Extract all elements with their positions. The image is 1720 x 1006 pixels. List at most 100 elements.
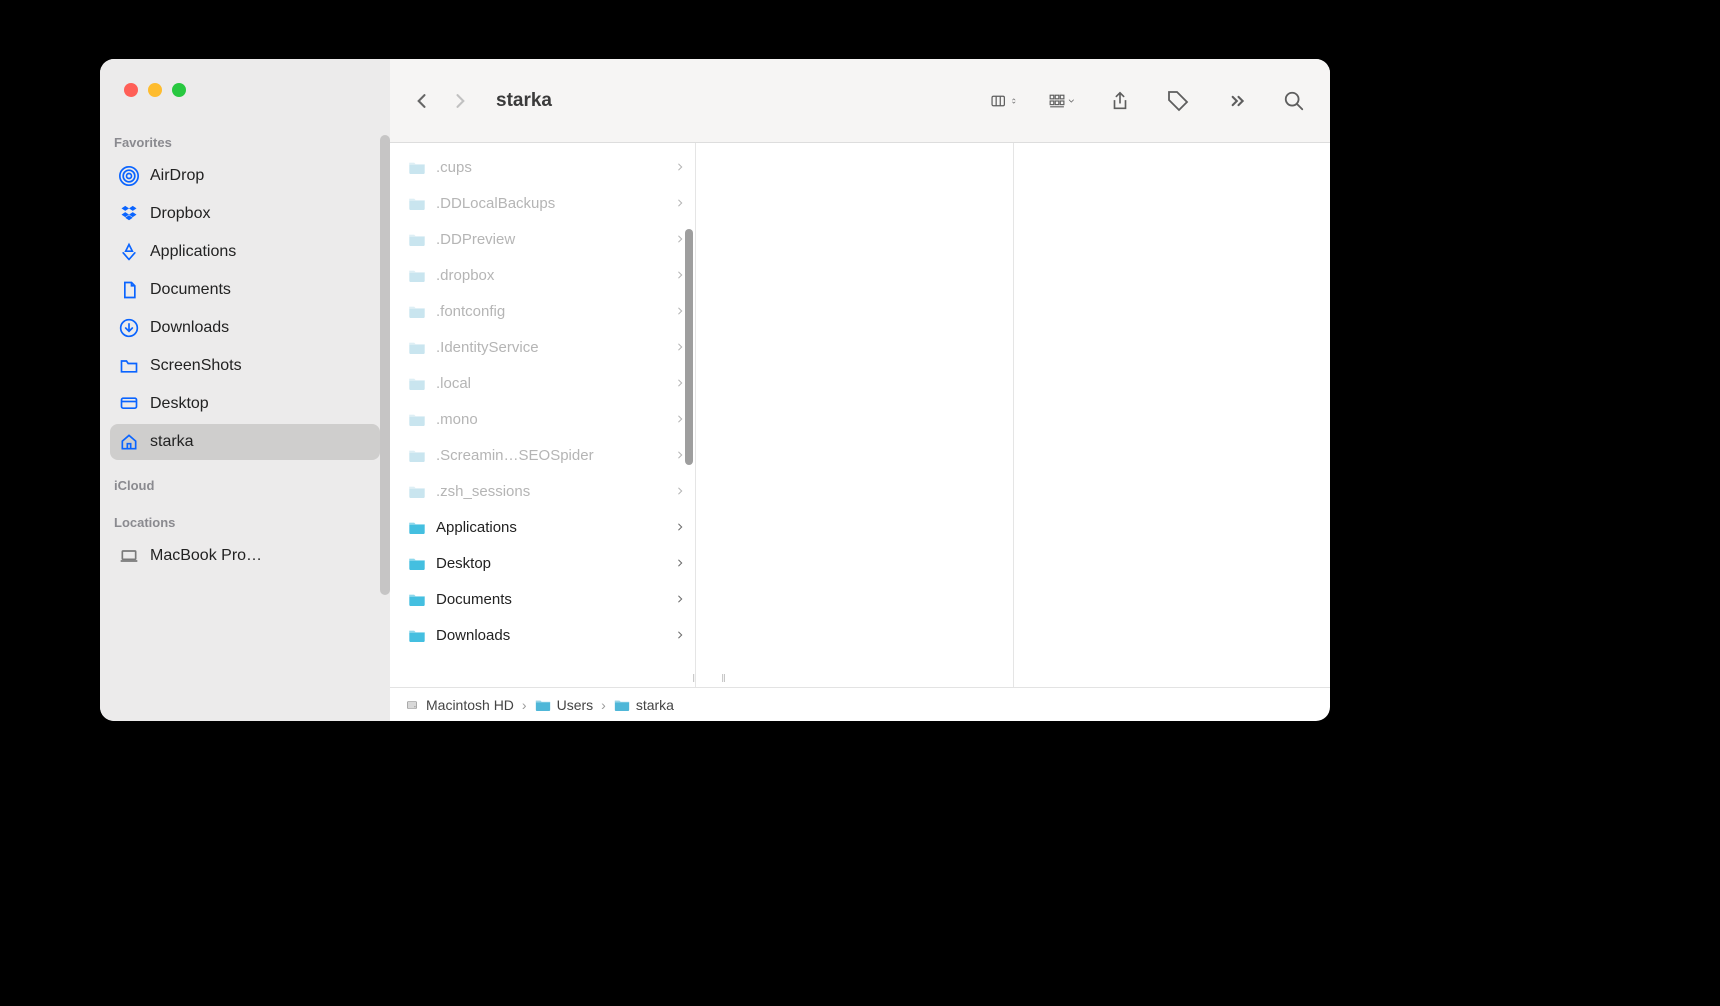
- airdrop-icon: [118, 165, 140, 187]
- file-label: .cups: [436, 159, 669, 176]
- file-row[interactable]: .Screamin…SEOSpider: [390, 437, 695, 473]
- back-button[interactable]: [412, 91, 432, 111]
- sidebar-item-label: Applications: [150, 243, 236, 261]
- sidebar-item-screenshots[interactable]: ScreenShots: [110, 348, 380, 384]
- minimize-window-button[interactable]: [148, 83, 162, 97]
- sidebar-scrollbar[interactable]: [380, 135, 390, 595]
- forward-button[interactable]: [450, 91, 470, 111]
- file-row[interactable]: .IdentityService: [390, 329, 695, 365]
- file-label: .IdentityService: [436, 339, 669, 356]
- overflow-button[interactable]: [1222, 89, 1250, 113]
- file-label: .fontconfig: [436, 303, 669, 320]
- window-title: starka: [496, 90, 552, 112]
- column-1-resize-handle[interactable]: ‖: [687, 673, 696, 685]
- chevron-right-icon: [675, 521, 685, 533]
- column-browser: .cups .DDLocalBackups .DDPreview.dropbox .f…: [390, 143, 1330, 687]
- path-bar: Macintosh HD › Users › starka: [390, 687, 1330, 721]
- folder-icon: [408, 556, 426, 570]
- chevron-right-icon: [675, 449, 685, 461]
- folder-icon: [408, 448, 426, 462]
- path-segment-0[interactable]: Macintosh HD: [404, 697, 514, 713]
- chevron-right-icon: [675, 341, 685, 353]
- sidebar-item-label: Desktop: [150, 395, 209, 413]
- file-row[interactable]: .mono: [390, 401, 695, 437]
- file-row[interactable]: .DDPreview: [390, 221, 695, 257]
- search-button[interactable]: [1280, 89, 1308, 113]
- file-row[interactable]: Applications: [390, 509, 695, 545]
- file-row[interactable]: Documents: [390, 581, 695, 617]
- sidebar-item-desktop[interactable]: Desktop: [110, 386, 380, 422]
- folder-icon: [408, 268, 426, 282]
- file-row[interactable]: .dropbox: [390, 257, 695, 293]
- laptop-icon: [118, 545, 140, 567]
- folder-icon: [408, 628, 426, 642]
- file-row[interactable]: .cups: [390, 149, 695, 185]
- chevron-right-icon: [675, 233, 685, 245]
- file-row[interactable]: .DDLocalBackups: [390, 185, 695, 221]
- sidebar-item-applications[interactable]: Applications: [110, 234, 380, 270]
- chevron-right-icon: [675, 629, 685, 641]
- file-label: Downloads: [436, 627, 669, 644]
- window-controls: [100, 59, 390, 119]
- sidebar-item-documents[interactable]: Documents: [110, 272, 380, 308]
- finder-window: Favorites AirDrop Dropbox Applications D…: [100, 59, 1330, 721]
- folder-icon: [408, 376, 426, 390]
- path-label: Macintosh HD: [426, 697, 514, 713]
- chevron-right-icon: [675, 377, 685, 389]
- folder-icon: [118, 355, 140, 377]
- hdd-icon: [404, 698, 420, 712]
- file-label: .mono: [436, 411, 669, 428]
- folder-icon: [408, 484, 426, 498]
- sidebar-item-label: starka: [150, 433, 194, 451]
- sidebar-item-label: ScreenShots: [150, 357, 242, 375]
- sidebar-item-label: Dropbox: [150, 205, 210, 223]
- sidebar-item-downloads[interactable]: Downloads: [110, 310, 380, 346]
- folder-icon: [535, 698, 551, 712]
- chevron-right-icon: [675, 485, 685, 497]
- chevron-right-icon: ›: [601, 697, 606, 713]
- sidebar-item-dropbox[interactable]: Dropbox: [110, 196, 380, 232]
- path-label: Users: [557, 697, 594, 713]
- column-1: .cups .DDLocalBackups .DDPreview.dropbox .f…: [390, 143, 696, 687]
- column-2: ‖: [696, 143, 1014, 687]
- column-2-resize-handle[interactable]: ‖: [716, 673, 732, 685]
- sidebar-item-label: Documents: [150, 281, 231, 299]
- applications-icon: [118, 241, 140, 263]
- sidebar-item-macbook[interactable]: MacBook Pro…: [110, 538, 380, 574]
- sidebar-heading-locations: Locations: [100, 499, 390, 536]
- view-mode-button[interactable]: [990, 89, 1018, 113]
- file-row[interactable]: Downloads: [390, 617, 695, 653]
- file-row[interactable]: .fontconfig: [390, 293, 695, 329]
- chevron-right-icon: ›: [522, 697, 527, 713]
- column-1-scrollbar[interactable]: [685, 229, 693, 465]
- group-by-button[interactable]: [1048, 89, 1076, 113]
- chevron-right-icon: [675, 557, 685, 569]
- download-icon: [118, 317, 140, 339]
- file-label: Desktop: [436, 555, 669, 572]
- folder-icon: [614, 698, 630, 712]
- sidebar-item-label: MacBook Pro…: [150, 547, 262, 565]
- sidebar-item-home[interactable]: starka: [110, 424, 380, 460]
- file-label: .Screamin…SEOSpider: [436, 447, 669, 464]
- document-icon: [118, 279, 140, 301]
- chevron-right-icon: [675, 269, 685, 281]
- file-row[interactable]: .local: [390, 365, 695, 401]
- share-button[interactable]: [1106, 89, 1134, 113]
- close-window-button[interactable]: [124, 83, 138, 97]
- folder-icon: [408, 232, 426, 246]
- file-row[interactable]: .zsh_sessions: [390, 473, 695, 509]
- path-segment-2[interactable]: starka: [614, 697, 674, 713]
- path-segment-1[interactable]: Users: [535, 697, 594, 713]
- path-label: starka: [636, 697, 674, 713]
- toolbar: starka: [390, 59, 1330, 143]
- zoom-window-button[interactable]: [172, 83, 186, 97]
- sidebar-heading-icloud: iCloud: [100, 462, 390, 499]
- file-label: .DDLocalBackups: [436, 195, 669, 212]
- file-label: .zsh_sessions: [436, 483, 669, 500]
- tags-button[interactable]: [1164, 89, 1192, 113]
- folder-icon: [408, 592, 426, 606]
- file-row[interactable]: Desktop: [390, 545, 695, 581]
- folder-icon: [408, 160, 426, 174]
- folder-icon: [408, 196, 426, 210]
- sidebar-item-airdrop[interactable]: AirDrop: [110, 158, 380, 194]
